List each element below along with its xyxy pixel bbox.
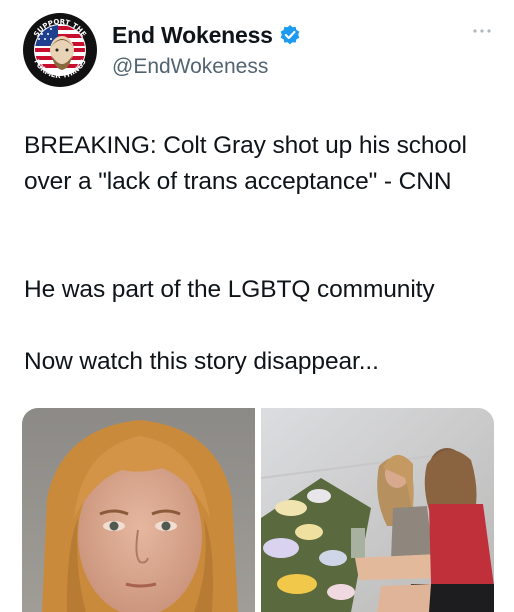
tweet-card: SUPPORT THE FORMER THINGS End Wokeness @… — [0, 0, 514, 612]
tweet-text-paragraph: Now watch this story disappear... — [24, 348, 379, 375]
memorial-vigil-photo[interactable] — [261, 408, 494, 612]
more-options-icon[interactable] — [470, 24, 494, 38]
author-handle[interactable]: @EndWokeness — [112, 55, 268, 79]
author-avatar[interactable]: SUPPORT THE FORMER THINGS — [22, 12, 98, 88]
verified-badge-icon — [280, 25, 300, 45]
tweet-text-paragraph: He was part of the LGBTQ community — [24, 276, 435, 303]
tweet-text-paragraph: BREAKING: Colt Gray shot up his school o… — [24, 132, 467, 195]
tweet-media-grid — [22, 408, 494, 612]
skull-flag-badge-icon: SUPPORT THE FORMER THINGS — [23, 13, 97, 87]
mugshot-photo[interactable] — [22, 408, 255, 612]
author-display-name[interactable]: End Wokeness — [112, 22, 273, 49]
